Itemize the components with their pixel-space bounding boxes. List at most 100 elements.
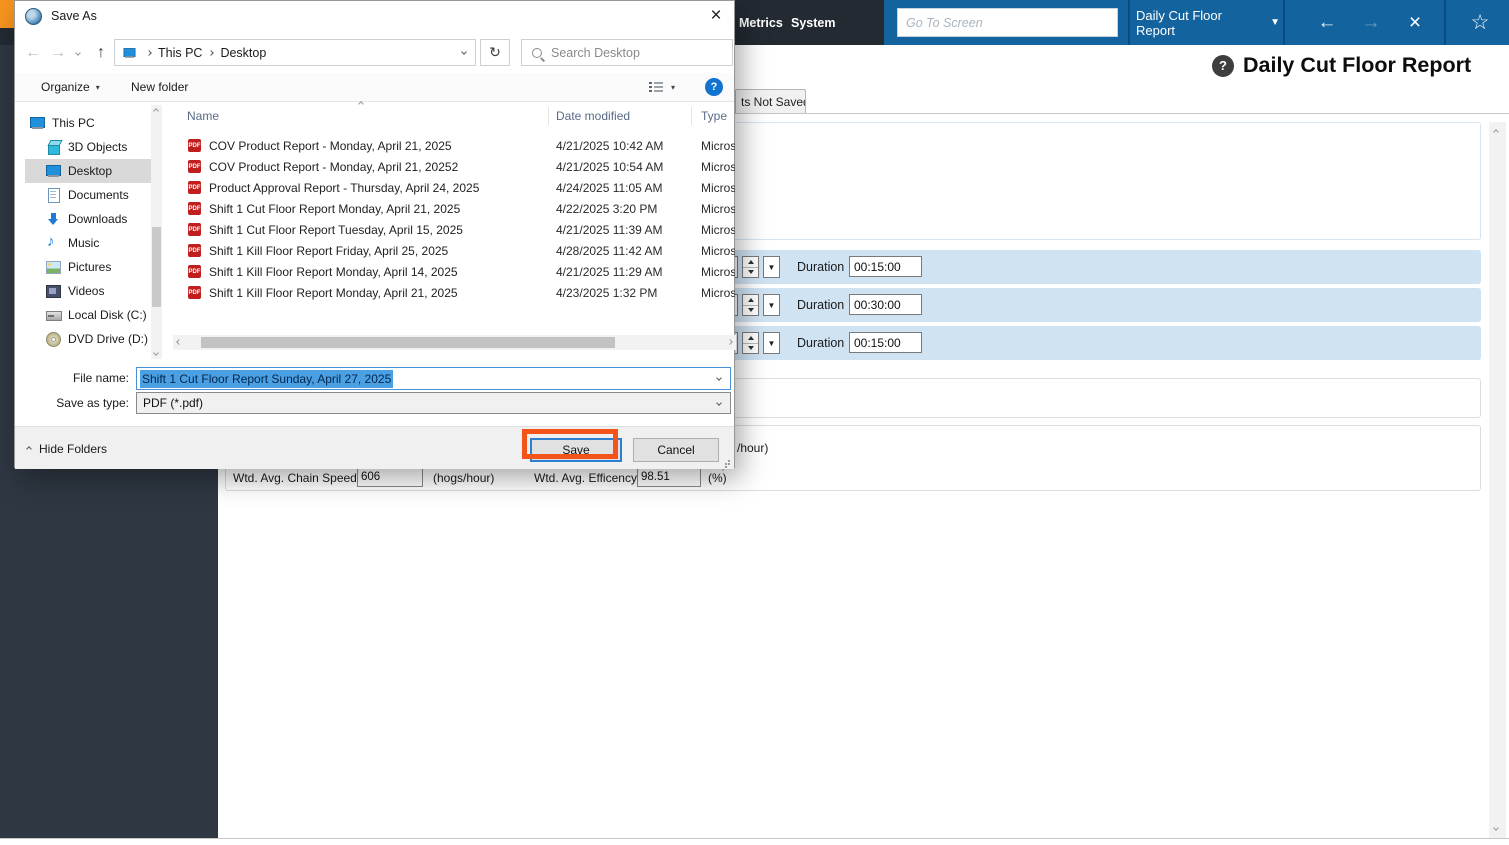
duration-label: Duration [797,288,844,322]
duration-input[interactable]: 00:15:00 [849,332,922,353]
tree-item-this-pc[interactable]: This PC [25,111,157,135]
column-divider[interactable] [548,107,549,125]
app-vertical-scrollbar[interactable] [1489,122,1506,838]
dialog-close-button[interactable]: × [698,1,734,31]
column-header-type[interactable]: Type [701,109,727,123]
address-dropdown-icon[interactable] [461,49,467,55]
scrollbar-thumb[interactable] [152,227,161,307]
arrow-up-icon: ↑ [97,44,105,62]
efficiency-input[interactable]: 98.51 [637,468,701,487]
partial-unit-label: /hour) [737,441,768,455]
this-pc-icon [29,115,46,131]
organize-button[interactable]: Organize ▾ [41,73,100,101]
scroll-left-icon[interactable] [176,339,182,345]
file-row[interactable]: Shift 1 Kill Floor Report Friday, April … [173,240,729,261]
scroll-down-icon[interactable] [153,350,159,356]
file-row[interactable]: Shift 1 Cut Floor Report Monday, April 2… [173,198,729,219]
address-bar[interactable]: This PC Desktop [114,39,476,66]
tree-item-music[interactable]: Music [25,231,157,255]
file-name-input[interactable]: Shift 1 Cut Floor Report Sunday, April 2… [136,367,731,390]
chevron-down-icon[interactable] [716,400,722,406]
dialog-title-bar[interactable]: Save As × [15,1,734,31]
spinner-up-icon [748,298,754,302]
file-row[interactable]: COV Product Report - Monday, April 21, 2… [173,156,729,177]
help-icon[interactable]: ? [1212,55,1234,77]
duration-input[interactable]: 00:15:00 [849,256,922,277]
file-row[interactable]: Shift 1 Cut Floor Report Tuesday, April … [173,219,729,240]
view-dropdown-button[interactable]: ▾ [671,73,675,101]
column-header-name[interactable]: Name [187,109,219,123]
column-divider[interactable] [691,107,692,125]
efficiency-unit: (%) [708,471,727,485]
nav-forward-button[interactable]: → [1352,0,1390,45]
tree-item-documents[interactable]: Documents [25,183,157,207]
column-header-date-modified[interactable]: Date modified [556,109,630,123]
duration-label: Duration [797,326,844,360]
back-button[interactable]: ← [21,37,45,68]
file-list-horizontal-scrollbar[interactable] [173,335,736,350]
file-row[interactable]: Shift 1 Kill Floor Report Monday, April … [173,282,729,303]
file-list: COV Product Report - Monday, April 21, 2… [173,135,729,303]
search-box[interactable] [521,39,733,66]
scroll-up-icon[interactable] [153,108,159,114]
favorite-button[interactable]: ☆ [1452,0,1508,45]
file-row[interactable]: Shift 1 Kill Floor Report Monday, April … [173,261,729,282]
tree-item-desktop[interactable]: Desktop [25,159,157,183]
chevron-down-icon[interactable] [716,375,722,381]
tree-item-label: Downloads [68,212,127,226]
search-input[interactable] [551,46,711,60]
menu-item-metrics[interactable]: Metrics [739,0,783,45]
recent-locations-button[interactable] [71,37,85,68]
save-as-type-label: Save as type: [35,396,129,410]
chevron-down-icon [75,50,81,56]
tree-item-videos[interactable]: Videos [25,279,157,303]
time-spinner[interactable] [742,294,759,316]
tree-item-label: Music [68,236,99,250]
file-name-label: File name: [35,371,129,385]
cancel-button[interactable]: Cancel [633,438,719,462]
new-folder-button[interactable]: New folder [131,73,188,101]
breadcrumb-desktop[interactable]: Desktop [220,46,266,60]
time-spinner[interactable] [742,256,759,278]
chain-speed-input[interactable]: 606 [357,468,423,487]
resize-grip[interactable] [722,457,730,465]
tree-item-downloads[interactable]: Downloads [25,207,157,231]
scroll-up-icon[interactable] [1493,129,1499,135]
time-dropdown-button[interactable]: ▼ [763,256,780,278]
save-as-type-dropdown[interactable]: PDF (*.pdf) [136,392,731,414]
duration-input[interactable]: 00:30:00 [849,294,922,315]
screen-selector-dropdown[interactable]: Daily Cut Floor Report ▼ [1136,0,1280,45]
change-view-button[interactable] [649,73,670,101]
nav-close-button[interactable]: × [1396,0,1434,45]
tree-item-3d-objects[interactable]: 3D Objects [25,135,157,159]
file-date: 4/21/2025 11:29 AM [556,265,663,279]
desktop-icon [45,163,62,179]
scrollbar-thumb[interactable] [201,337,615,348]
nav-back-button[interactable]: ← [1308,0,1346,45]
time-dropdown-button[interactable]: ▼ [763,332,780,354]
scroll-down-icon[interactable] [1493,825,1499,831]
file-row[interactable]: Product Approval Report - Thursday, Apri… [173,177,729,198]
dialog-help-button[interactable]: ? [705,78,723,96]
tree-item-local-disk[interactable]: Local Disk (C:) [25,303,157,327]
tree-item-label: Desktop [68,164,112,178]
refresh-button[interactable]: ↻ [480,39,510,66]
breadcrumb-this-pc[interactable]: This PC [158,46,202,60]
time-spinner[interactable] [742,332,759,354]
tree-scrollbar[interactable] [151,105,162,359]
pdf-file-icon [187,180,203,195]
tree-item-pictures[interactable]: Pictures [25,255,157,279]
file-row[interactable]: COV Product Report - Monday, April 21, 2… [173,135,729,156]
file-type: Micros [701,202,735,216]
tab-not-saved[interactable]: ts Not Saved [735,89,806,114]
new-folder-label: New folder [131,80,188,94]
tree-item-dvd-drive[interactable]: DVD Drive (D:) S [25,327,157,351]
hide-folders-button[interactable]: Hide Folders [27,427,107,470]
menu-item-system[interactable]: System [791,0,835,45]
downloads-icon [45,211,62,227]
up-button[interactable]: ↑ [89,37,113,68]
time-dropdown-button[interactable]: ▼ [763,294,780,316]
forward-button[interactable]: → [47,37,69,68]
go-to-screen-input[interactable] [897,8,1118,37]
scroll-right-icon[interactable] [727,339,733,345]
